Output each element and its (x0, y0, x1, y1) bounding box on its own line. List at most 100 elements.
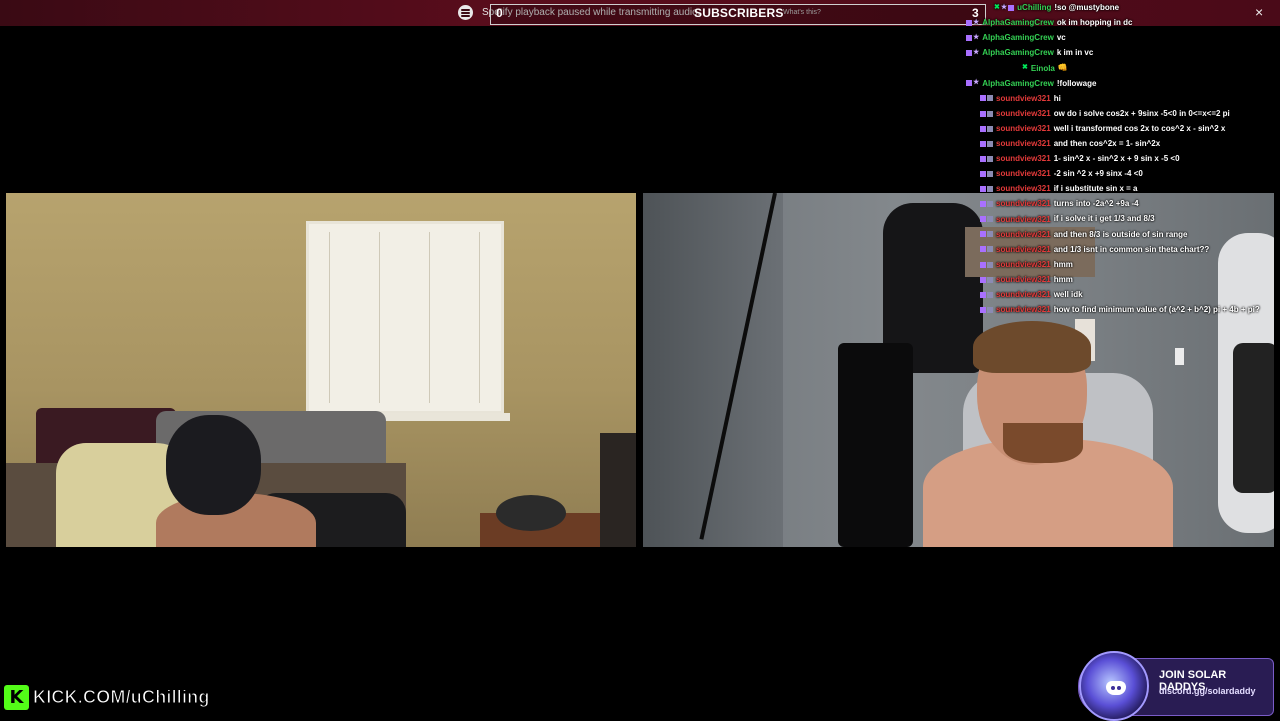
subscriber-badge-icon (987, 291, 993, 298)
chat-badges: ✖ (1022, 61, 1029, 75)
chat-text: and 1/3 isnt in common sin theta chart?? (1053, 244, 1210, 254)
chat-badges (980, 288, 994, 302)
monitor (838, 343, 913, 547)
chat-text: !followage (1056, 78, 1097, 88)
chat-badges (980, 167, 994, 181)
vip-badge-icon: ★ (1000, 3, 1008, 11)
chat-text: 👊 (1057, 63, 1068, 73)
chat-username[interactable]: soundview321 (996, 184, 1051, 193)
subscriber-start-count: 0 (496, 6, 503, 20)
sub-badge-icon (980, 246, 986, 253)
chat-text: well i transformed cos 2x to cos^2 x - s… (1053, 123, 1226, 133)
subscriber-badge-icon (987, 140, 993, 147)
sub-badge-icon (966, 80, 972, 87)
chat-badges (980, 258, 994, 272)
chat-message: soundview321 and then 8/3 is outside of s… (980, 228, 1188, 242)
chat-message: ✖★ uChilling !so @mustybone (994, 1, 1119, 15)
subscriber-badge-icon (987, 216, 993, 223)
chat-username[interactable]: soundview321 (996, 109, 1051, 118)
chat-username[interactable]: soundview321 (996, 169, 1051, 178)
subscriber-badge-icon (987, 276, 993, 283)
chat-username[interactable]: soundview321 (996, 215, 1051, 224)
sub-badge-icon (980, 170, 986, 177)
kick-brand: K KICK.COM/uChilling (4, 683, 210, 711)
sub-badge-icon (966, 50, 972, 57)
moderator-badge-icon: ✖ (994, 3, 1000, 11)
chat-username[interactable]: soundview321 (996, 230, 1051, 239)
chat-username[interactable]: soundview321 (996, 124, 1051, 133)
chat-text: well idk (1053, 290, 1083, 299)
discord-promo[interactable]: JOIN SOLAR DADDYS discord.gg/solardaddy (1078, 651, 1274, 721)
chat-message: ✖ Einola 👊 (1022, 61, 1068, 75)
chat-message: soundview321 turns into -2a^2 +9a -4 (980, 197, 1139, 211)
sub-badge-icon (966, 35, 972, 42)
chat-username[interactable]: soundview321 (996, 290, 1051, 299)
chat-badges (980, 137, 994, 151)
chat-username[interactable]: AlphaGamingCrew (982, 48, 1054, 57)
sub-badge-icon (980, 261, 986, 268)
chat-username[interactable]: uChilling (1017, 3, 1051, 12)
chat-message: soundview321 well i transformed cos 2x to… (980, 122, 1225, 136)
streamer-right-beard (1003, 423, 1083, 463)
vip-badge-icon: ★ (973, 79, 980, 87)
wall-outlet (1175, 348, 1184, 365)
sub-badge-icon (980, 306, 986, 313)
chat-username[interactable]: soundview321 (996, 260, 1051, 269)
chat-message: soundview321 hi (980, 92, 1061, 106)
gaming-chair-trim (1233, 343, 1274, 493)
chat-username[interactable]: soundview321 (996, 245, 1051, 254)
chat-text: ow do i solve cos2x + 9sinx -5<0 in 0<=x… (1053, 108, 1230, 118)
chat-badges: ★ (966, 16, 980, 30)
chat-message: soundview321 -2 sin ^2 x +9 sinx -4 <0 (980, 167, 1143, 181)
window-blinds (306, 221, 504, 414)
subscriber-badge-icon (987, 95, 993, 102)
chat-badges (980, 273, 994, 287)
chat-username[interactable]: soundview321 (996, 199, 1051, 208)
sub-badge-icon (980, 125, 986, 132)
spotify-icon (458, 5, 473, 20)
subscriber-badge-icon (987, 110, 993, 117)
chat-text: vc (1056, 33, 1066, 43)
subscriber-badge-icon (987, 201, 993, 208)
chat-username[interactable]: soundview321 (996, 154, 1051, 163)
chat-text: how to find minimum value of (a^2 + b^2)… (1053, 305, 1260, 315)
weight-plate (496, 495, 566, 531)
chat-text: hi (1053, 93, 1061, 103)
sub-badge-icon (980, 201, 986, 208)
chat-text: turns into -2a^2 +9a -4 (1053, 199, 1139, 209)
sub-badge-icon (980, 216, 986, 223)
chat-badges (980, 197, 994, 211)
chat-badges (980, 303, 994, 317)
chat-message: soundview321 hmm (980, 258, 1073, 272)
chat-username[interactable]: soundview321 (996, 139, 1051, 148)
chat-badges (980, 243, 994, 257)
chat-text: if i substitute sin x = a (1053, 184, 1138, 194)
chat-message: soundview321 how to find minimum value of… (980, 303, 1260, 317)
chat-username[interactable]: AlphaGamingCrew (982, 18, 1054, 27)
chat-username[interactable]: AlphaGamingCrew (982, 33, 1054, 42)
moderator-badge-icon: ✖ (1022, 64, 1028, 72)
chat-badges: ✖★ (994, 1, 1015, 15)
streamer-left-head (166, 415, 261, 515)
chat-username[interactable]: soundview321 (996, 305, 1051, 314)
chat-overlay: ✖★ uChilling !so @mustybone ★ AlphaGamingCre… (960, 0, 1280, 320)
chat-text: ok im hopping in dc (1056, 18, 1133, 28)
discord-invite-link[interactable]: discord.gg/solardaddy (1159, 686, 1256, 696)
sub-badge-icon (980, 186, 986, 193)
chat-username[interactable]: Einola (1031, 64, 1055, 73)
chat-text: -2 sin ^2 x +9 sinx -4 <0 (1053, 169, 1143, 179)
chat-username[interactable]: soundview321 (996, 275, 1051, 284)
sub-badge-icon (980, 110, 986, 117)
chat-text: hmm (1053, 274, 1073, 284)
chat-username[interactable]: soundview321 (996, 94, 1051, 103)
subscriber-badge-icon (987, 125, 993, 132)
chat-text: and then cos^2x = 1- sin^2x (1053, 139, 1161, 148)
chat-text: hmm (1053, 259, 1073, 269)
chat-username[interactable]: AlphaGamingCrew (982, 79, 1054, 88)
chat-message: ★ AlphaGamingCrew k im in vc (966, 46, 1093, 60)
discord-icon (1106, 681, 1126, 695)
vip-badge-icon: ★ (973, 18, 980, 26)
chat-message: soundview321 and then cos^2x = 1- sin^2x (980, 137, 1160, 151)
sub-badge-icon (980, 140, 986, 147)
chat-badges (980, 92, 994, 106)
